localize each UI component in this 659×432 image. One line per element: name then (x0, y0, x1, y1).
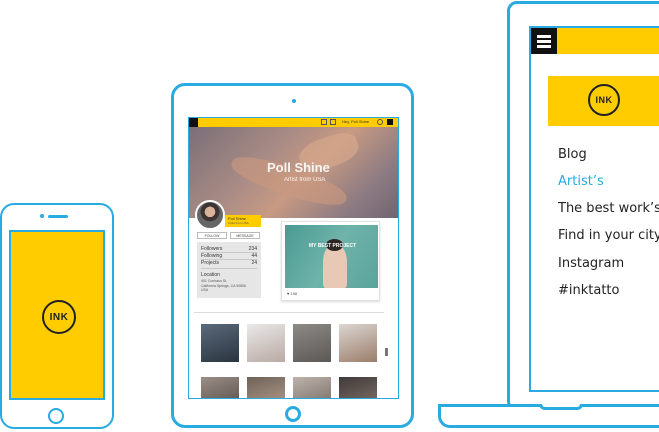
address-line: USA (201, 288, 209, 292)
tablet-screen: Hey, Poll Shine Poll Shine Artist from U… (188, 117, 399, 399)
menu-bar (537, 45, 551, 48)
laptop-logo-banner: INK (548, 76, 659, 126)
phone-screen: INK (9, 230, 105, 400)
laptop-ink-logo[interactable]: INK (588, 84, 620, 116)
hamburger-menu-icon[interactable] (531, 28, 557, 54)
hamburger-menu-icon[interactable] (189, 118, 198, 127)
profile-stats-panel: Followers 234 Following 44 Projects 24 L… (197, 242, 261, 298)
tattooed-back-shape (323, 245, 347, 288)
nav-item-blog[interactable]: Blog (558, 147, 587, 162)
gallery-thumb[interactable] (293, 377, 331, 398)
featured-project-image[interactable]: MY BEST PROJECT (285, 225, 378, 288)
message-button[interactable]: MESSAGE (230, 232, 260, 239)
laptop-base (438, 404, 659, 428)
menu-bar (537, 35, 551, 38)
laptop-screen: INK Blog Artist’s The best work’s Find i… (529, 26, 659, 392)
gallery-thumb[interactable] (293, 324, 331, 362)
mail-icon[interactable] (321, 119, 327, 125)
grid-icon[interactable] (330, 119, 336, 125)
tablet-topbar: Hey, Poll Shine (189, 118, 398, 127)
avatar[interactable] (195, 200, 225, 230)
follow-button[interactable]: FOLLOW (197, 232, 227, 239)
profile-subtitle: Artist from USA (228, 221, 249, 225)
section-divider (194, 312, 384, 313)
phone-ink-logo[interactable]: INK (42, 300, 76, 334)
laptop-device: INK Blog Artist’s The best work’s Find i… (507, 1, 659, 411)
nav-item-inktatto[interactable]: #inktatto (558, 283, 619, 298)
stat-label: Projects (201, 260, 220, 266)
gallery-thumb[interactable] (247, 377, 285, 398)
gallery-thumb[interactable] (201, 324, 239, 362)
profile-name-bar: Poll Shine Artist from USA (225, 215, 261, 227)
gallery-thumb[interactable] (201, 377, 239, 398)
stat-projects[interactable]: Projects 24 (201, 260, 257, 266)
featured-likes[interactable]: ♥ 198 (287, 291, 297, 296)
tablet-device: Hey, Poll Shine Poll Shine Artist from U… (171, 83, 414, 428)
featured-project-title: MY BEST PROJECT (309, 243, 357, 249)
hero-artist-subtitle: Artist from USA (284, 177, 326, 183)
nav-item-find-in-city[interactable]: Find in your city (558, 228, 659, 243)
menu-bar (537, 40, 551, 43)
phone-camera (40, 214, 44, 218)
phone-home-button[interactable] (48, 408, 64, 424)
divider (201, 268, 257, 269)
featured-project-card[interactable]: MY BEST PROJECT ♥ 198 (281, 221, 380, 301)
phone-speaker (48, 215, 68, 218)
gallery-thumb[interactable] (339, 377, 377, 398)
gallery-thumb[interactable] (339, 324, 377, 362)
ink-mini-logo[interactable] (387, 119, 393, 125)
tablet-home-button[interactable] (285, 406, 301, 422)
gallery-thumb[interactable] (247, 324, 285, 362)
location-label: Location (201, 272, 220, 278)
laptop-notch (539, 404, 583, 410)
hero-artist-name: Poll Shine (267, 160, 330, 175)
laptop-topbar (531, 28, 659, 54)
tablet-camera (292, 99, 296, 103)
phone-device: INK (0, 203, 114, 429)
scrollbar[interactable] (385, 348, 388, 356)
nav-item-instagram[interactable]: Instagram (558, 256, 624, 271)
user-greeting[interactable]: Hey, Poll Shine (342, 119, 369, 124)
nav-item-artists[interactable]: Artist’s (558, 174, 604, 189)
search-icon[interactable] (377, 119, 383, 125)
stat-value: 24 (251, 260, 257, 266)
nav-item-best-works[interactable]: The best work’s (558, 201, 659, 216)
